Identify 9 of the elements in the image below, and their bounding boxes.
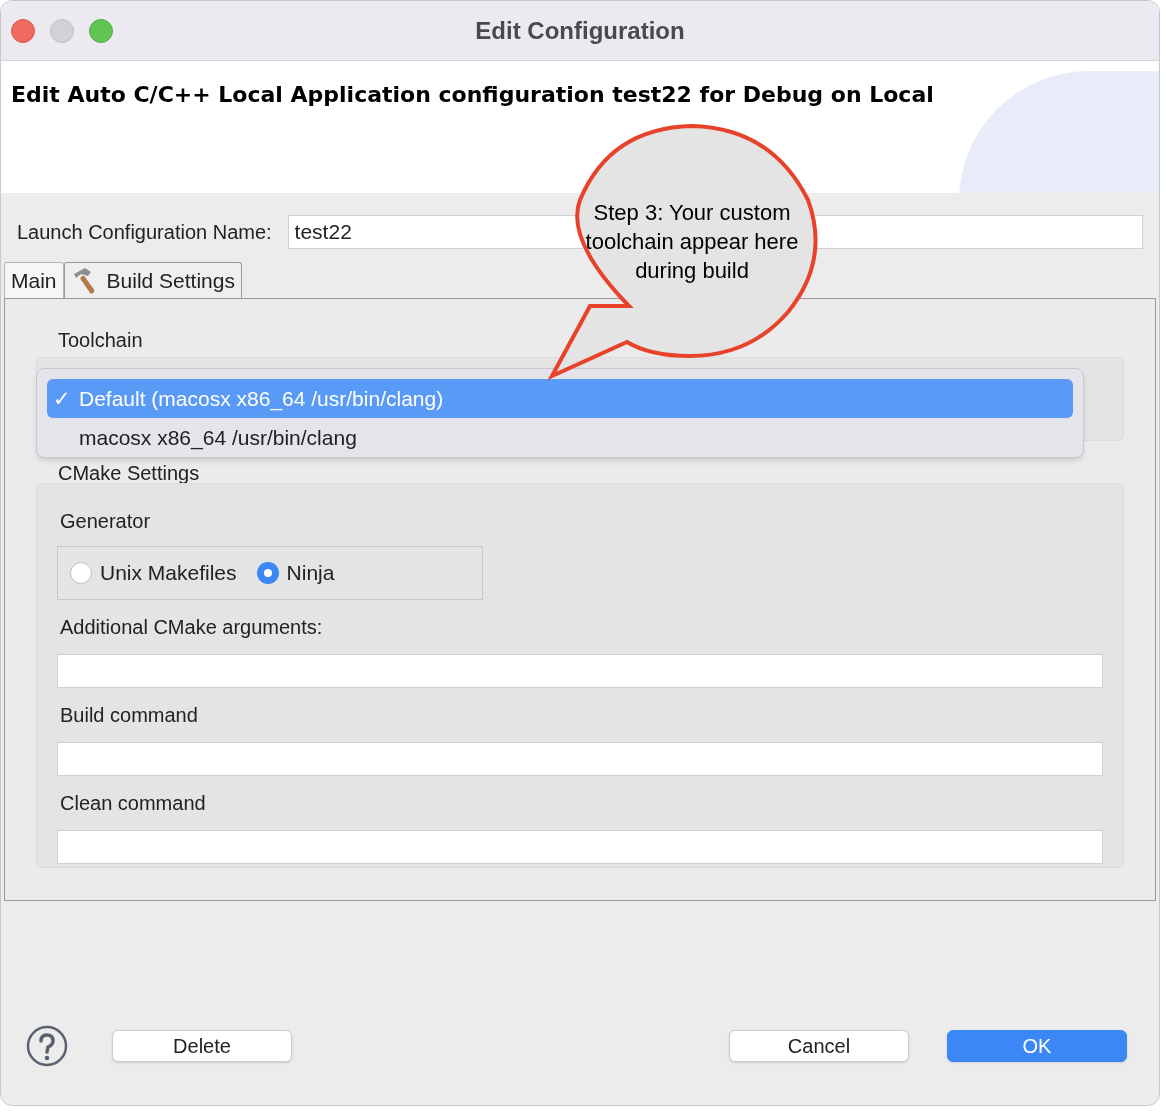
field-label: Build command [60, 703, 199, 728]
window-title: Edit Configuration [475, 15, 685, 46]
field-label: Clean command [60, 791, 207, 816]
field-label: Additional CMake arguments: [60, 615, 324, 640]
header-title: Edit Auto C/C++ Local Application configuration test22 for Debug on Local [11, 82, 934, 107]
field-label: Launch Configuration Name: [17, 220, 272, 245]
group-label: CMake Settings [58, 463, 201, 483]
group-label: Generator [60, 509, 152, 534]
group-label: Toolchain [58, 328, 144, 353]
